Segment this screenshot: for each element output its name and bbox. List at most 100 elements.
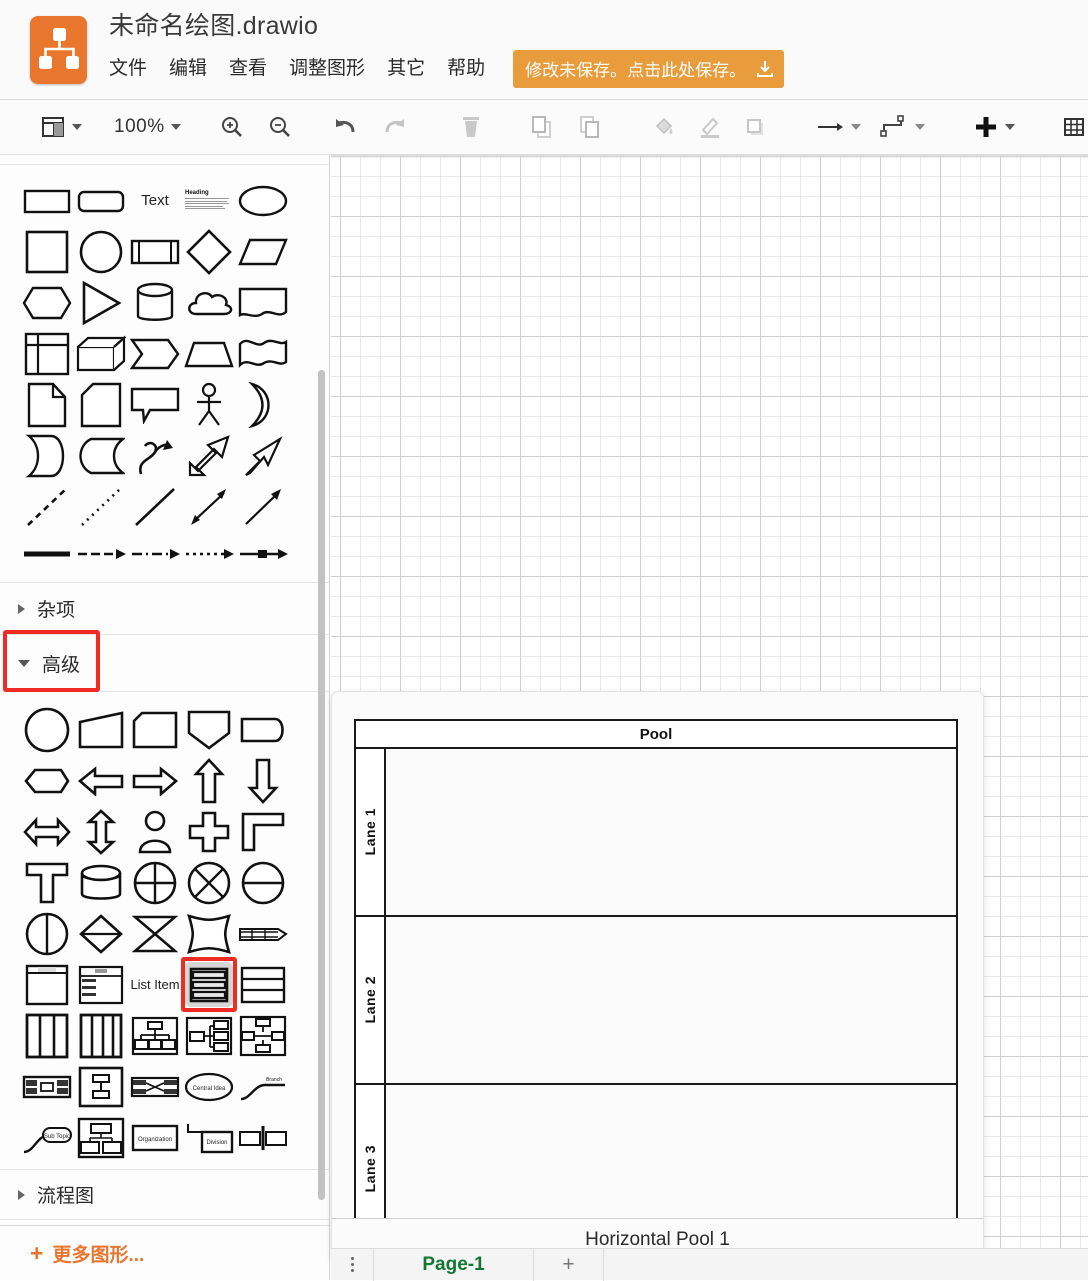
zoom-out-button[interactable] — [263, 109, 297, 145]
shape-rounded-rectangle[interactable] — [74, 175, 128, 226]
shape-cloud[interactable] — [182, 277, 236, 328]
shape-dash-dot-arrow[interactable] — [128, 532, 182, 576]
adv-tree-org-down[interactable] — [128, 1010, 182, 1061]
adv-tee[interactable] — [20, 857, 74, 908]
adv-chamfered-rect[interactable] — [128, 704, 182, 755]
shape-curved-arrow[interactable] — [128, 430, 182, 481]
shape-step[interactable] — [128, 328, 182, 379]
menu-view[interactable]: 查看 — [229, 57, 267, 81]
adv-circle-x[interactable] — [182, 857, 236, 908]
adv-circle-quad[interactable] — [128, 857, 182, 908]
more-shapes-button[interactable]: + 更多图形... — [0, 1225, 329, 1280]
menu-arrange[interactable]: 调整图形 — [289, 57, 365, 81]
shape-dotted-arrow[interactable] — [182, 532, 236, 576]
shape-bidirectional-arrow[interactable] — [182, 481, 236, 532]
adv-tree-org-right[interactable] — [182, 1010, 236, 1061]
insert-button[interactable] — [969, 109, 1019, 145]
adv-arrow-left-right[interactable] — [20, 806, 74, 857]
adv-circle-half[interactable] — [236, 857, 290, 908]
shape-cube[interactable] — [74, 328, 128, 379]
unsaved-save-button[interactable]: 修改未保存。点击此处保存。 — [513, 50, 785, 88]
add-page-button[interactable]: + — [534, 1248, 604, 1281]
adv-arrow-left[interactable] — [74, 755, 128, 806]
shape-dashed-arrow[interactable] — [74, 532, 128, 576]
shape-box-arrow[interactable] — [236, 532, 290, 576]
menu-edit[interactable]: 编辑 — [169, 57, 207, 81]
fill-color-button[interactable] — [647, 109, 681, 145]
adv-vertical-pool-3b[interactable] — [74, 1010, 128, 1061]
shape-plain-line[interactable] — [128, 481, 182, 532]
delete-button[interactable] — [455, 109, 487, 145]
menu-extras[interactable]: 其它 — [387, 57, 425, 81]
shape-parallelogram[interactable] — [236, 226, 290, 277]
adv-branch[interactable]: Branch — [236, 1061, 290, 1112]
shape-circle[interactable] — [74, 226, 128, 277]
shape-dotted-line[interactable] — [74, 481, 128, 532]
shape-note[interactable] — [20, 379, 74, 430]
shape-callout[interactable] — [128, 379, 182, 430]
line-color-button[interactable] — [693, 109, 727, 145]
shape-dashed-line[interactable] — [20, 481, 74, 532]
shape-text[interactable]: Text — [128, 175, 182, 226]
shape-document[interactable] — [236, 277, 290, 328]
bring-to-front-button[interactable] — [525, 109, 561, 145]
adv-tree-radial[interactable] — [236, 1010, 290, 1061]
redo-button[interactable] — [375, 109, 413, 145]
adv-arrow-down[interactable] — [236, 755, 290, 806]
adv-circle-split[interactable] — [20, 908, 74, 959]
shape-cylinder[interactable] — [128, 277, 182, 328]
adv-cross-function[interactable] — [20, 1061, 74, 1112]
shape-square[interactable] — [20, 226, 74, 277]
shape-double-arrow[interactable] — [182, 430, 236, 481]
menu-file[interactable]: 文件 — [109, 57, 147, 81]
shadow-button[interactable] — [739, 109, 773, 145]
shape-tape[interactable] — [236, 328, 290, 379]
sidebar-section-advanced[interactable]: 高级 — [0, 630, 329, 692]
view-layout-button[interactable] — [36, 109, 86, 145]
adv-crossfunction-flow[interactable] — [128, 1061, 182, 1112]
adv-hex-flat[interactable] — [20, 755, 74, 806]
adv-vertical-container[interactable] — [20, 959, 74, 1010]
page-menu-button[interactable] — [331, 1248, 374, 1281]
send-to-back-button[interactable] — [573, 109, 609, 145]
shape-rhombus[interactable] — [182, 226, 236, 277]
adv-arrow-up-down[interactable] — [74, 806, 128, 857]
adv-container-tree[interactable] — [74, 1061, 128, 1112]
adv-central-idea[interactable]: Central Idea — [182, 1061, 236, 1112]
shape-delay[interactable] — [74, 430, 128, 481]
shape-trapezoid[interactable] — [182, 328, 236, 379]
adv-circle[interactable] — [20, 704, 74, 755]
sidebar-scrollbar-thumb[interactable] — [318, 370, 325, 1200]
adv-arrow-right[interactable] — [128, 755, 182, 806]
adv-bowtie[interactable] — [128, 908, 182, 959]
zoom-in-button[interactable] — [215, 109, 249, 145]
shape-directional-arrow[interactable] — [236, 481, 290, 532]
undo-button[interactable] — [327, 109, 365, 145]
table-button[interactable] — [1057, 109, 1088, 145]
waypoint-style-button[interactable] — [875, 109, 929, 145]
adv-trapezoid-slanted[interactable] — [74, 704, 128, 755]
shape-rectangle[interactable] — [20, 175, 74, 226]
shape-hexagon[interactable] — [20, 277, 74, 328]
sidebar-section-misc[interactable]: 杂项 — [0, 583, 329, 635]
adv-org-chart[interactable] — [74, 1112, 128, 1163]
page-tab-page-1[interactable]: Page-1 — [374, 1248, 534, 1281]
sidebar-section-flowchart[interactable]: 流程图 — [0, 1170, 329, 1220]
adv-tape-flow[interactable] — [236, 908, 290, 959]
zoom-dropdown-button[interactable]: 100% — [110, 109, 185, 145]
adv-cross[interactable] — [182, 806, 236, 857]
adv-horizontal-pool[interactable] — [181, 957, 237, 1012]
adv-sub-topic[interactable]: Sub Topic — [20, 1112, 74, 1163]
adv-two-box-link[interactable] — [236, 1112, 290, 1163]
adv-list-box[interactable] — [74, 959, 128, 1010]
adv-diamond-split[interactable] — [74, 908, 128, 959]
shape-or[interactable] — [236, 379, 290, 430]
shape-heading[interactable]: Heading — [182, 175, 236, 226]
adv-rounded-end-rect[interactable] — [236, 704, 290, 755]
adv-corner[interactable] — [236, 806, 290, 857]
adv-vertical-pool-3[interactable] — [20, 1010, 74, 1061]
shape-internal-storage[interactable] — [20, 328, 74, 379]
shape-card[interactable] — [74, 379, 128, 430]
shape-bent-arrow[interactable] — [236, 430, 290, 481]
adv-list-item[interactable]: List Item — [128, 959, 182, 1010]
